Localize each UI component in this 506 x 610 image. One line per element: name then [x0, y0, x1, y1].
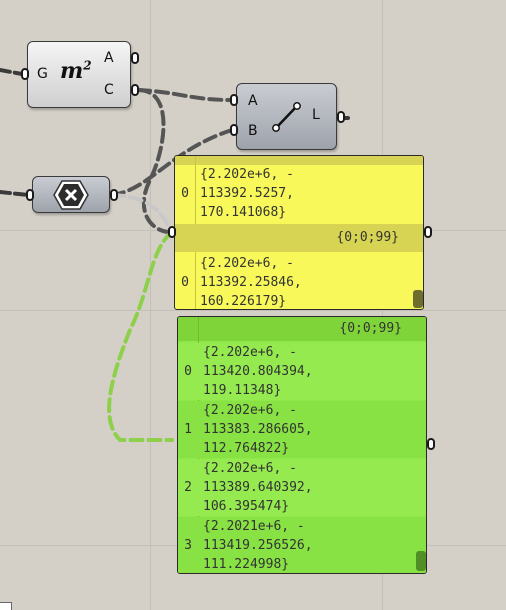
- cull-input-port[interactable]: [26, 189, 34, 201]
- list-item: 0 {2.202e+6, - 113420.804394, 119.11348}: [178, 343, 426, 400]
- line-output-l-port[interactable]: [337, 111, 345, 123]
- cull-output-port[interactable]: [110, 189, 118, 201]
- canvas-grid-line: [150, 0, 151, 610]
- line-input-b-label: B: [248, 123, 258, 139]
- line-component[interactable]: A B L: [236, 83, 337, 150]
- area-input-g-label: G: [37, 66, 48, 82]
- list-item: 3 {2.2021e+6, - 113419.256526, 111.22499…: [178, 517, 426, 573]
- yellow-panel-input-port[interactable]: [168, 226, 176, 238]
- wire-into-cull: [0, 190, 30, 197]
- wire-area-to-panel: [136, 88, 170, 234]
- panel-header-bar: [175, 156, 423, 165]
- area-output-c-port[interactable]: [131, 84, 139, 96]
- area-m2-icon: m2: [60, 58, 92, 84]
- green-panel-output-port[interactable]: [427, 438, 435, 450]
- panel-branch-header: {0;0;99}: [175, 224, 423, 252]
- wire-to-green-panel: [107, 230, 174, 442]
- branch-path-label: {0;0;99}: [339, 321, 402, 336]
- line-icon: [272, 102, 301, 132]
- yellow-panel-output-port[interactable]: [424, 226, 432, 238]
- line-output-l-label: L: [312, 107, 320, 123]
- canvas-grid-line: [0, 310, 506, 311]
- line-input-b-port[interactable]: [230, 124, 238, 136]
- line-input-a-label: A: [248, 93, 258, 109]
- list-item: 1 {2.202e+6, - 113383.286605, 112.764822…: [178, 401, 426, 458]
- list-item: 0 {2.202e+6, - 113392.5257, 170.141068}: [181, 167, 294, 220]
- area-output-c-label: C: [104, 82, 114, 98]
- area-output-a-label: A: [104, 50, 114, 66]
- scrollbar-thumb[interactable]: [413, 290, 423, 308]
- line-input-a-port[interactable]: [230, 94, 238, 106]
- scrollbar-thumb[interactable]: [416, 551, 426, 571]
- cull-component[interactable]: [32, 176, 110, 213]
- close-icon: [53, 180, 89, 210]
- area-input-g-port[interactable]: [21, 68, 29, 80]
- green-panel[interactable]: {0;0;99} 0 {2.202e+6, - 113420.804394, 1…: [177, 316, 427, 574]
- canvas-corner-widget[interactable]: [0, 602, 12, 610]
- panel-branch-header: {0;0;99}: [178, 317, 426, 341]
- yellow-panel[interactable]: 0 {2.202e+6, - 113392.5257, 170.141068} …: [174, 155, 424, 310]
- list-item: 0 {2.202e+6, - 113392.25846, 160.226179}: [181, 256, 302, 309]
- branch-path-label: {0;0;99}: [336, 230, 399, 245]
- list-item: 2 {2.202e+6, - 113389.640392, 106.395474…: [178, 459, 426, 516]
- area-output-a-port[interactable]: [131, 52, 139, 64]
- wire-area-to-line-a: [136, 88, 234, 102]
- area-component[interactable]: G m2 A C: [27, 41, 131, 108]
- wire-cull-to-panel: [110, 193, 172, 232]
- wire-into-area: [0, 68, 24, 76]
